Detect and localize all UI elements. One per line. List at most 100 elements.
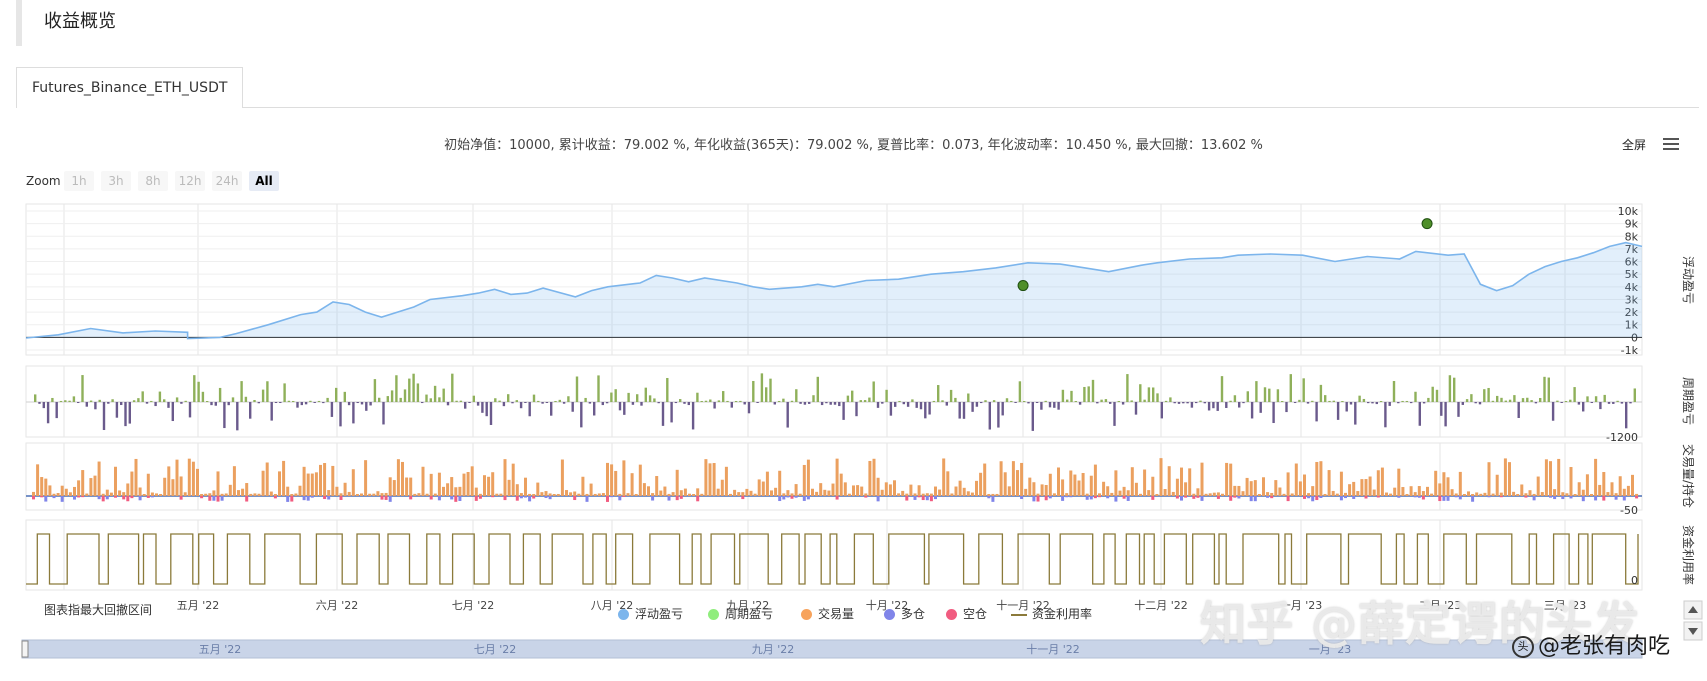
period-pnl-bar [356, 402, 359, 404]
volume-bar [257, 493, 261, 496]
volume-bar [163, 477, 167, 496]
position-bar [1397, 496, 1401, 498]
volume-bar [1278, 487, 1282, 496]
volume-bar [1565, 493, 1569, 496]
period-pnl-bar [249, 402, 252, 419]
position-bar [528, 496, 532, 502]
position-bar [741, 496, 745, 500]
period-pnl-bar [502, 402, 506, 407]
volume-bar [1106, 486, 1110, 496]
position-bar [790, 496, 794, 499]
period-pnl-bar [34, 394, 37, 402]
volume-bar [396, 459, 400, 496]
volume-bar [1196, 488, 1200, 496]
legend-item-capital-utilization[interactable]: 资金利用率 [1011, 605, 1092, 622]
volume-bar [782, 493, 786, 496]
volume-bar [1221, 493, 1224, 496]
period-pnl-bar [915, 402, 918, 408]
volume-bar [544, 491, 548, 496]
volume-bar [720, 479, 724, 496]
period-pnl-bar [111, 399, 114, 402]
period-pnl-bar [485, 402, 488, 417]
period-pnl-bar [601, 402, 604, 406]
position-bar [60, 496, 64, 502]
volume-bar [1405, 493, 1409, 496]
period-pnl-bar [898, 400, 901, 402]
period-pnl-bar [1401, 400, 1404, 402]
period-pnl-bar [1375, 402, 1378, 405]
period-pnl-bar [107, 402, 110, 404]
legend-label: 交易量 [818, 607, 855, 621]
period-pnl-bar [1229, 400, 1232, 402]
tab-futures-binance-eth-usdt[interactable]: Futures_Binance_ETH_USDT [16, 67, 244, 108]
period-pnl-bar [42, 402, 45, 409]
volume-bar [884, 482, 888, 496]
volume-bar [1458, 471, 1462, 496]
volume-bar [770, 490, 773, 496]
volume-bar [942, 458, 946, 496]
volume-bar [610, 464, 614, 496]
volume-bar [1348, 484, 1352, 496]
period-pnl-bar [1117, 401, 1120, 402]
period-pnl-bar [584, 397, 587, 402]
volume-bar [294, 493, 298, 496]
period-pnl-bar [1397, 402, 1400, 404]
period-pnl-bar [734, 400, 738, 402]
period-pnl-bar [141, 391, 144, 402]
legend-item-period-pnl[interactable]: 周期盈亏 [708, 605, 773, 622]
volume-bar [495, 493, 499, 496]
period-pnl-bar [1577, 402, 1581, 405]
volume-bar [1134, 482, 1138, 496]
position-bar [696, 496, 700, 502]
volume-bar [983, 463, 987, 496]
volume-bar [675, 469, 679, 496]
period-pnl-bar [1414, 391, 1417, 402]
volume-bar [1020, 462, 1024, 496]
period-pnl-bar [442, 388, 445, 402]
legend-item-short-position[interactable]: 空仓 [946, 605, 987, 622]
volume-bar [1159, 458, 1163, 496]
volume-bar [1471, 493, 1475, 496]
position-bar [1561, 496, 1565, 500]
period-pnl-bar [77, 402, 80, 404]
period-pnl-bar [85, 402, 88, 407]
volume-bar [1052, 493, 1056, 496]
position-bar [1069, 496, 1073, 498]
volume-bar [241, 488, 245, 496]
position-bar [105, 496, 109, 500]
volume-bar [970, 492, 974, 496]
volume-bar [548, 493, 552, 496]
period-pnl-bar [580, 402, 583, 428]
period-pnl-bar [120, 402, 123, 406]
volume-bar [999, 461, 1003, 496]
volume-bar [1610, 482, 1614, 496]
equity-chart: 10k9k8k7k6k5k4k3k2k1k0-1k-1200-500浮动盈亏周期… [21, 203, 1703, 659]
position-bar [1249, 496, 1253, 502]
period-pnl-bar [1620, 402, 1624, 404]
legend-item-floating-pnl[interactable]: 浮动盈亏 [618, 605, 683, 622]
period-pnl-bar [648, 395, 652, 402]
period-pnl-bar [1044, 400, 1047, 402]
legend-item-volume[interactable]: 交易量 [801, 605, 854, 622]
period-pnl-bar [1109, 402, 1112, 404]
volume-bar [577, 493, 581, 496]
period-pnl-bar [395, 375, 398, 402]
volume-bar [1270, 492, 1274, 496]
volume-bar [761, 481, 765, 496]
volume-bar [811, 488, 814, 496]
drawdown-marker [1017, 280, 1029, 292]
period-pnl-bar [653, 398, 656, 402]
volume-bar [224, 493, 228, 496]
period-pnl-bar [799, 402, 802, 404]
volume-bar [191, 461, 195, 496]
volume-bar [893, 480, 896, 496]
period-pnl-bar [575, 376, 579, 402]
period-pnl-bar [326, 397, 329, 402]
position-bar [1446, 496, 1450, 501]
period-pnl-bar [537, 400, 540, 402]
volume-bar [966, 491, 970, 496]
position-bar [1175, 496, 1179, 499]
legend-item-long-position[interactable]: 多仓 [884, 605, 925, 622]
volume-bar [921, 493, 925, 496]
volume-bar [1286, 472, 1290, 496]
